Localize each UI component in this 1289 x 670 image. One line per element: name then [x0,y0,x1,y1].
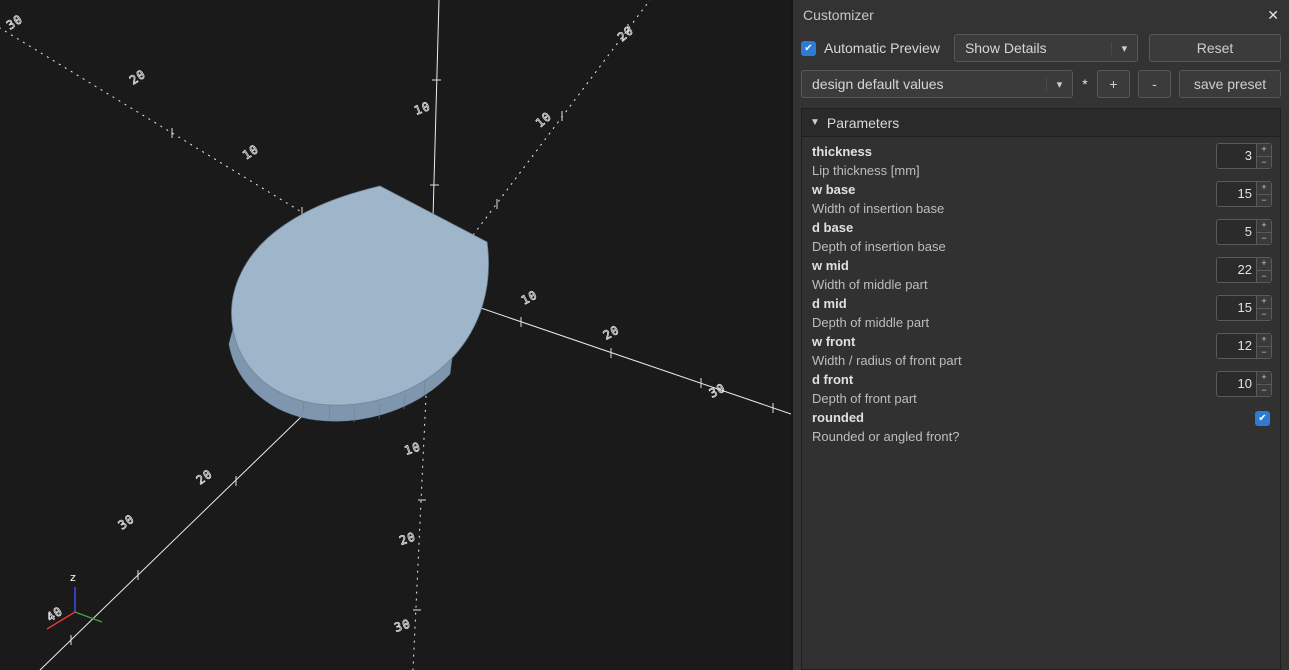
spin-up-button[interactable]: + [1257,220,1271,232]
parameters-header[interactable]: ▼ Parameters [802,109,1280,137]
spin-up-button[interactable]: + [1257,182,1271,194]
spinbox-value: 15 [1217,182,1256,206]
spin-down-button[interactable]: − [1257,270,1271,283]
param-row-d-front: d front Depth of front part 10 + − [802,370,1280,408]
parameters-list: thickness Lip thickness [mm] 3 + − w bas… [802,137,1280,669]
spin-down-button[interactable]: − [1257,384,1271,397]
close-icon[interactable]: ✕ [1267,7,1279,24]
spinbox-value: 5 [1217,220,1256,244]
spin-down-button[interactable]: − [1257,232,1271,245]
reset-button[interactable]: Reset [1149,34,1281,62]
w-base-spinbox[interactable]: 15 + − [1216,181,1272,207]
panel-title: Customizer [803,7,874,23]
param-name: w base [812,180,1270,199]
spinbox-buttons: + − [1256,182,1271,206]
d-front-spinbox[interactable]: 10 + − [1216,371,1272,397]
spin-down-button[interactable]: − [1257,308,1271,321]
d-mid-spinbox[interactable]: 15 + − [1216,295,1272,321]
spinbox-buttons: + − [1256,334,1271,358]
chevron-down-icon: ▾ [1046,78,1072,91]
param-description: Lip thickness [mm] [812,161,1270,180]
z-axis-label: z [70,571,76,584]
param-name: w mid [812,256,1270,275]
preset-row: design default values ▾ * + - save prese… [793,66,1289,102]
w-front-spinbox[interactable]: 12 + − [1216,333,1272,359]
customizer-panel: Customizer ✕ ✔ Automatic Preview Show De… [791,0,1289,670]
param-name: d mid [812,294,1270,313]
spin-down-button[interactable]: − [1257,194,1271,207]
customizer-titlebar: Customizer ✕ [793,0,1289,30]
spin-up-button[interactable]: + [1257,258,1271,270]
details-dropdown[interactable]: Show Details ▾ [954,34,1138,62]
spin-down-button[interactable]: − [1257,156,1271,169]
param-row-w-base: w base Width of insertion base 15 + − [802,180,1280,218]
spinbox-value: 3 [1217,144,1256,168]
spinbox-value: 22 [1217,258,1256,282]
modified-indicator: * [1081,76,1089,92]
preset-dropdown[interactable]: design default values ▾ [801,70,1073,98]
param-row-w-front: w front Width / radius of front part 12 … [802,332,1280,370]
param-name: d front [812,370,1270,389]
spinbox-value: 15 [1217,296,1256,320]
chevron-down-icon: ▾ [1111,42,1137,55]
spin-down-button[interactable]: − [1257,346,1271,359]
param-description: Width of insertion base [812,199,1270,218]
param-description: Depth of middle part [812,313,1270,332]
spin-up-button[interactable]: + [1257,144,1271,156]
param-description: Rounded or angled front? [812,427,1270,446]
w-mid-spinbox[interactable]: 22 + − [1216,257,1272,283]
param-name: rounded [812,408,1270,427]
param-name: d base [812,218,1270,237]
spinbox-value: 10 [1217,372,1256,396]
spinbox-value: 12 [1217,334,1256,358]
param-description: Depth of insertion base [812,237,1270,256]
param-name: thickness [812,142,1270,161]
check-icon: ✔ [804,43,812,54]
rounded-checkbox[interactable]: ✔ [1255,411,1270,426]
param-row-d-mid: d mid Depth of middle part 15 + − [802,294,1280,332]
check-icon: ✔ [1258,413,1266,424]
param-name: w front [812,332,1270,351]
save-preset-button[interactable]: save preset [1179,70,1281,98]
parameters-header-label: Parameters [827,115,899,131]
param-description: Depth of front part [812,389,1270,408]
param-row-w-mid: w mid Width of middle part 22 + − [802,256,1280,294]
collapse-triangle-icon: ▼ [810,117,820,128]
automatic-preview-label: Automatic Preview [824,40,940,56]
3d-viewport[interactable]: 30 20 10 10 10 20 10 20 30 20 30 10 20 3… [0,0,791,670]
spinbox-buttons: + − [1256,296,1271,320]
spinbox-buttons: + − [1256,372,1271,396]
spinbox-buttons: + − [1256,144,1271,168]
remove-preset-button[interactable]: - [1138,70,1171,98]
details-dropdown-value: Show Details [965,40,1111,56]
spin-up-button[interactable]: + [1257,296,1271,308]
add-preset-button[interactable]: + [1097,70,1130,98]
spinbox-buttons: + − [1256,258,1271,282]
param-description: Width of middle part [812,275,1270,294]
thickness-spinbox[interactable]: 3 + − [1216,143,1272,169]
d-base-spinbox[interactable]: 5 + − [1216,219,1272,245]
param-row-rounded: rounded Rounded or angled front? ✔ [802,408,1280,446]
preview-row: ✔ Automatic Preview Show Details ▾ Reset [793,30,1289,66]
param-description: Width / radius of front part [812,351,1270,370]
spin-up-button[interactable]: + [1257,372,1271,384]
preset-dropdown-value: design default values [812,76,944,92]
viewport-canvas: 30 20 10 10 10 20 10 20 30 20 30 10 20 3… [0,0,791,670]
spin-up-button[interactable]: + [1257,334,1271,346]
automatic-preview-checkbox[interactable]: ✔ [801,41,816,56]
openscad-window: 30 20 10 10 10 20 10 20 30 20 30 10 20 3… [0,0,1289,670]
param-row-thickness: thickness Lip thickness [mm] 3 + − [802,142,1280,180]
spinbox-buttons: + − [1256,220,1271,244]
param-row-d-base: d base Depth of insertion base 5 + − [802,218,1280,256]
parameters-group: ▼ Parameters thickness Lip thickness [mm… [801,108,1281,670]
